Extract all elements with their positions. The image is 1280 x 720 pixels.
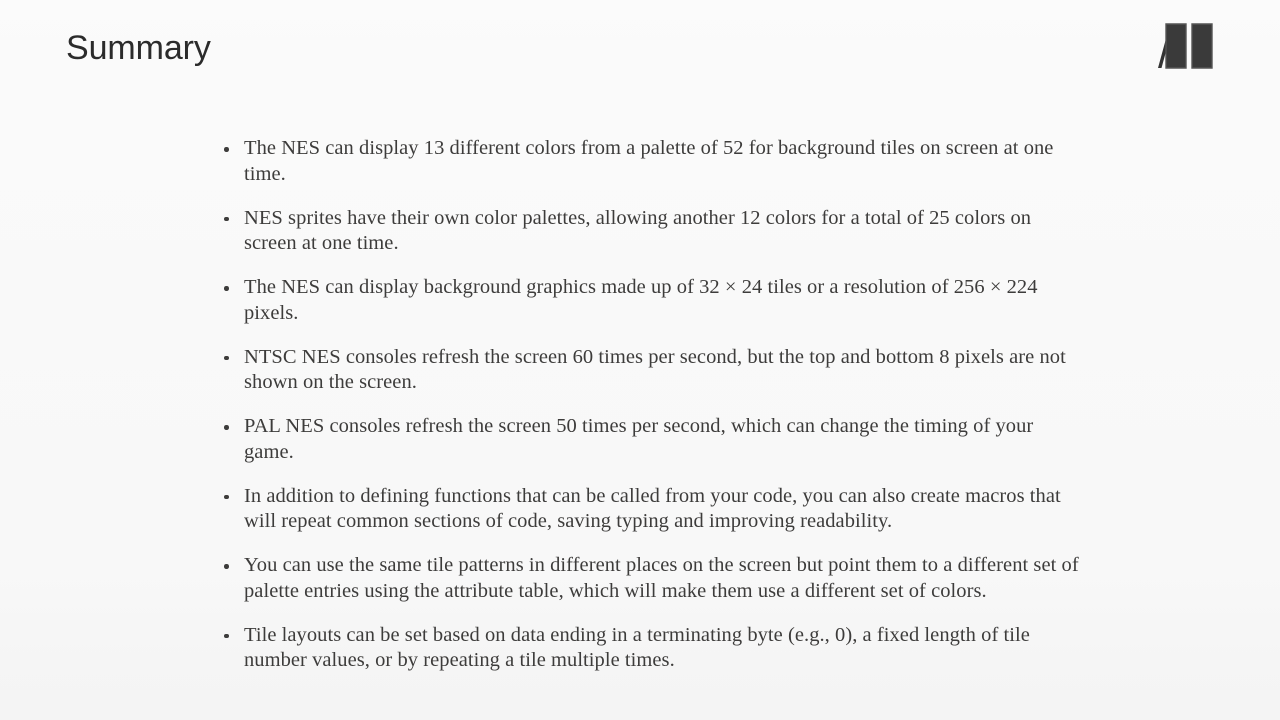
summary-content: The NES can display 13 different colors … <box>222 136 1084 674</box>
list-item: The NES can display 13 different colors … <box>222 136 1084 187</box>
logo-mark-icon <box>1156 22 1218 70</box>
list-item: Tile layouts can be set based on data en… <box>222 623 1084 674</box>
summary-bullet-list: The NES can display 13 different colors … <box>222 136 1084 674</box>
page-title: Summary <box>66 29 211 67</box>
list-item: NES sprites have their own color palette… <box>222 206 1084 257</box>
list-item: NTSC NES consoles refresh the screen 60 … <box>222 345 1084 396</box>
presentation-slide: Summary The NES can display 13 different… <box>0 0 1280 720</box>
list-item: You can use the same tile patterns in di… <box>222 553 1084 604</box>
list-item: In addition to defining functions that c… <box>222 484 1084 535</box>
list-item: The NES can display background graphics … <box>222 275 1084 326</box>
list-item: PAL NES consoles refresh the screen 50 t… <box>222 414 1084 465</box>
